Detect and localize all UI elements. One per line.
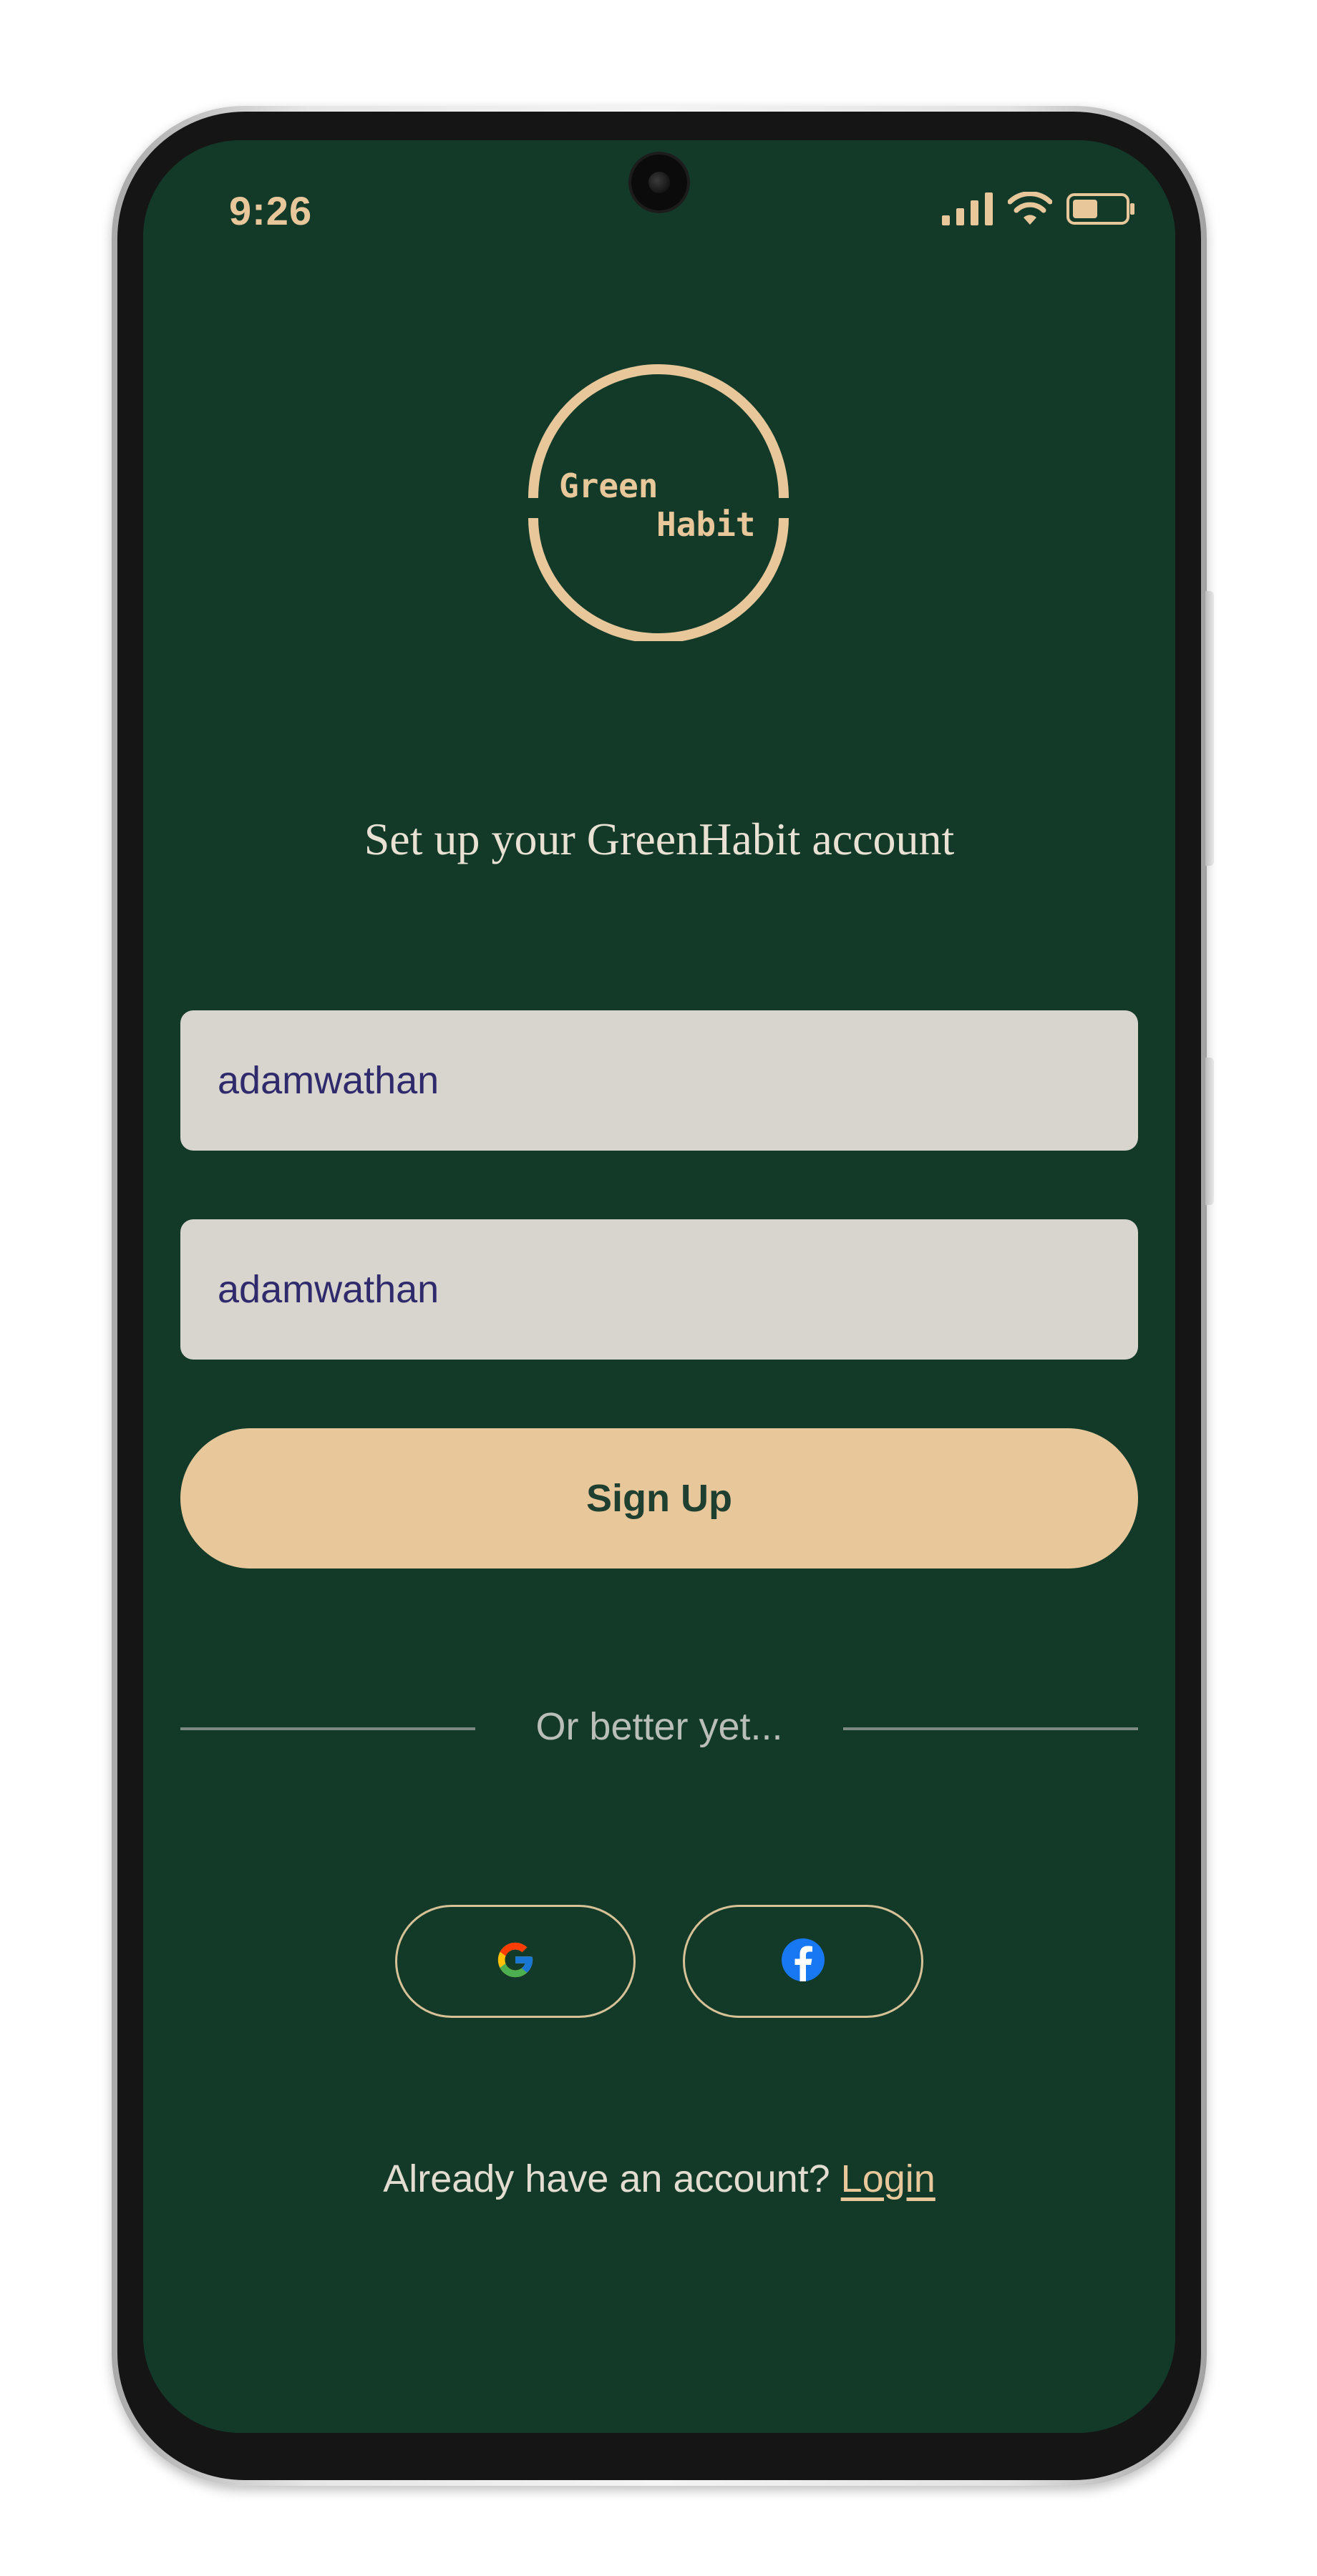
wifi-icon <box>1008 192 1052 226</box>
divider-text: Or better yet... <box>535 1705 783 1748</box>
username-field[interactable]: adamwathan <box>180 1010 1138 1151</box>
power-button <box>1205 1058 1214 1205</box>
greenhabit-logo: Green Habit <box>526 362 791 641</box>
google-signin-button[interactable] <box>395 1905 636 2018</box>
divider-line-right <box>843 1727 1138 1730</box>
status-icons <box>942 187 1135 230</box>
logo-text-habit: Habit <box>656 505 756 544</box>
battery-icon <box>1066 192 1135 225</box>
front-camera <box>631 155 687 210</box>
status-time: 9:26 <box>229 188 313 233</box>
google-icon <box>495 1939 536 1984</box>
divider-line-left <box>180 1727 475 1730</box>
login-prompt-text: Already have an account? <box>383 2157 830 2200</box>
logo-text-green: Green <box>559 467 658 505</box>
signal-icon <box>942 192 993 225</box>
login-link[interactable]: Login <box>841 2157 935 2200</box>
page-title: Set up your GreenHabit account <box>364 814 955 864</box>
login-prompt: Already have an account? Login <box>143 2157 1175 2201</box>
sign-up-button[interactable]: Sign Up <box>180 1428 1138 1568</box>
facebook-icon <box>780 1937 826 1986</box>
app-screen: 9:26 Green Habit Set up your GreenHabit … <box>143 140 1175 2433</box>
facebook-signin-button[interactable] <box>683 1905 923 2018</box>
second-field[interactable]: adamwathan <box>180 1219 1138 1360</box>
volume-button <box>1205 591 1214 866</box>
